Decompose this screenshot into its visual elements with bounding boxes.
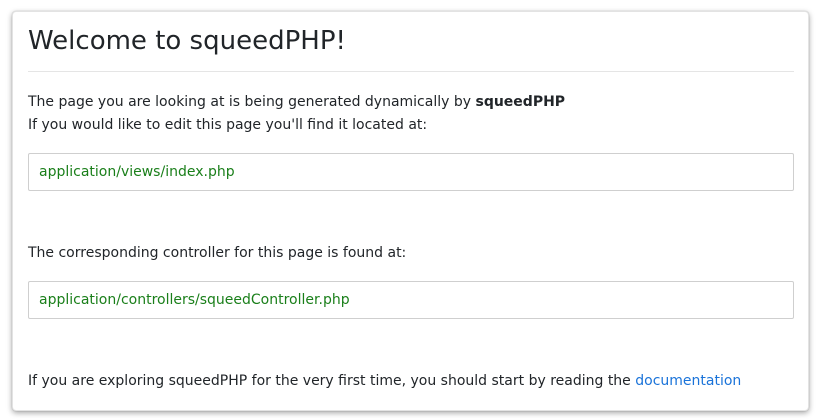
documentation-link[interactable]: documentation: [635, 373, 741, 389]
controller-description: The corresponding controller for this pa…: [28, 245, 407, 261]
framework-name: squeedPHP: [475, 94, 566, 110]
footer-text: If you are exploring squeedPHP for the v…: [28, 373, 636, 389]
view-path-code: application/views/index.php: [28, 153, 794, 191]
page-title: Welcome to squeedPHP!: [28, 26, 346, 56]
intro-line-1: The page you are looking at is being gen…: [28, 91, 565, 113]
title-divider: [28, 71, 794, 72]
footer-line: If you are exploring squeedPHP for the v…: [28, 370, 741, 392]
intro-line-2: If you would like to edit this page you'…: [28, 117, 428, 133]
welcome-card: Welcome to squeedPHP! The page you are l…: [12, 11, 809, 411]
controller-path-code: application/controllers/squeedController…: [28, 281, 794, 319]
intro-line-1-text: The page you are looking at is being gen…: [28, 94, 476, 110]
